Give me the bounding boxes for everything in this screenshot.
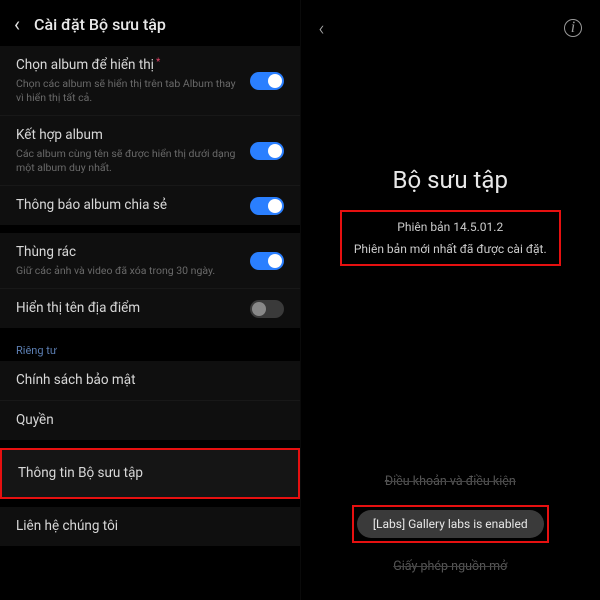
- about-bottom-links: Điều khoản và điều kiện [Labs] Gallery l…: [301, 464, 600, 584]
- row-title-label: Kết hợp album: [16, 126, 240, 145]
- asterisk-icon: *: [156, 57, 160, 68]
- row-title-label: Thùng rác: [16, 243, 240, 262]
- row-location-name[interactable]: Hiển thị tên địa điểm: [0, 288, 300, 328]
- labs-toast: [Labs] Gallery labs is enabled: [357, 510, 544, 538]
- toggle-shared-album-notify[interactable]: [250, 197, 284, 215]
- back-icon[interactable]: ‹: [14, 12, 20, 36]
- about-center: Bộ sưu tập Phiên bản 14.5.01.2 Phiên bản…: [301, 56, 600, 266]
- settings-group-contact: Liên hệ chúng tôi: [0, 507, 300, 546]
- row-title-label: Quyền: [16, 411, 54, 430]
- row-sub-label: Các album cùng tên sẽ được hiển thị dưới…: [16, 147, 240, 175]
- version-highlight: Phiên bản 14.5.01.2 Phiên bản mới nhất đ…: [340, 210, 561, 266]
- settings-title: Cài đặt Bộ sưu tập: [34, 15, 166, 34]
- settings-panel: ‹ Cài đặt Bộ sưu tập Chọn album để hiển …: [0, 0, 301, 600]
- row-sub-label: Chọn các album sẽ hiển thị trên tab Albu…: [16, 77, 240, 105]
- row-sub-label: Giữ các ảnh và video đã xóa trong 30 ngà…: [16, 264, 240, 278]
- row-title-label: Thông tin Bộ sưu tập: [18, 464, 143, 483]
- toggle-merge-albums[interactable]: [250, 142, 284, 160]
- link-open-source[interactable]: Giấy phép nguồn mở: [301, 559, 600, 574]
- link-terms[interactable]: Điều khoản và điều kiện: [301, 474, 600, 489]
- row-contact-us[interactable]: Liên hệ chúng tôi: [0, 507, 300, 546]
- settings-group-2: Thùng rác Giữ các ảnh và video đã xóa tr…: [0, 233, 300, 328]
- app-name: Bộ sưu tập: [301, 166, 600, 194]
- settings-header: ‹ Cài đặt Bộ sưu tập: [0, 0, 300, 46]
- row-albums-to-show[interactable]: Chọn album để hiển thị* Chọn các album s…: [0, 46, 300, 115]
- row-trash[interactable]: Thùng rác Giữ các ảnh và video đã xóa tr…: [0, 233, 300, 288]
- toggle-location-name[interactable]: [250, 300, 284, 318]
- toggle-albums-to-show[interactable]: [250, 72, 284, 90]
- settings-group-1: Chọn album để hiển thị* Chọn các album s…: [0, 46, 300, 225]
- row-title-label: Thông báo album chia sẻ: [16, 196, 240, 215]
- info-icon[interactable]: i: [564, 19, 582, 37]
- update-status: Phiên bản mới nhất đã được cài đặt.: [354, 242, 547, 256]
- row-title-label: Chính sách bảo mật: [16, 371, 136, 390]
- toggle-trash[interactable]: [250, 252, 284, 270]
- row-about-gallery[interactable]: Thông tin Bộ sưu tập: [2, 450, 298, 497]
- settings-content: Chọn album để hiển thị* Chọn các album s…: [0, 46, 300, 600]
- row-shared-album-notify[interactable]: Thông báo album chia sẻ: [0, 185, 300, 225]
- row-title-label: Chọn album để hiển thị: [16, 57, 154, 73]
- privacy-section-label: Riêng tư: [0, 336, 300, 361]
- about-panel: ‹ i Bộ sưu tập Phiên bản 14.5.01.2 Phiên…: [301, 0, 600, 600]
- row-title-label: Hiển thị tên địa điểm: [16, 299, 240, 318]
- row-permissions[interactable]: Quyền: [0, 400, 300, 440]
- about-header: ‹ i: [301, 0, 600, 56]
- row-merge-albums[interactable]: Kết hợp album Các album cùng tên sẽ được…: [0, 115, 300, 185]
- row-privacy-policy[interactable]: Chính sách bảo mật: [0, 361, 300, 400]
- version-text: Phiên bản 14.5.01.2: [354, 220, 547, 234]
- settings-group-privacy: Chính sách bảo mật Quyền: [0, 361, 300, 440]
- row-title-label: Liên hệ chúng tôi: [16, 517, 118, 536]
- toast-highlight: [Labs] Gallery labs is enabled: [352, 505, 549, 543]
- about-row-highlight: Thông tin Bộ sưu tập: [0, 448, 300, 499]
- back-icon[interactable]: ‹: [319, 16, 325, 40]
